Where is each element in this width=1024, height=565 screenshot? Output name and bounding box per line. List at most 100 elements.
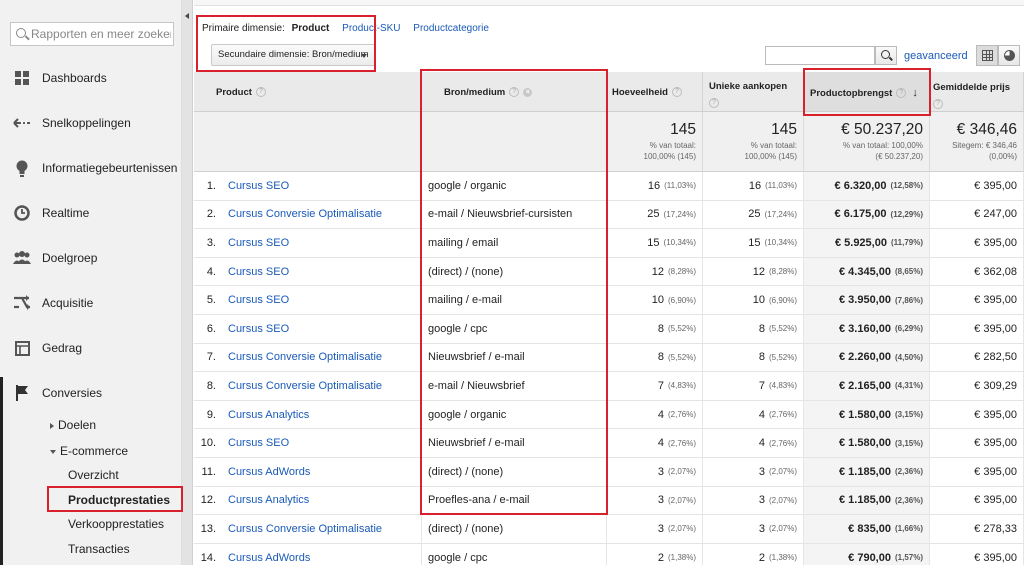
sort-desc-arrow-icon[interactable]: ↓	[912, 87, 918, 99]
row-index: 7.	[206, 351, 216, 364]
unique-purchases-value: 12	[752, 265, 765, 278]
quantity-cell: 3 (2,07%)	[607, 515, 703, 543]
revenue-cell: € 835,00 (1,66%)	[804, 515, 930, 543]
product-link[interactable]: Cursus Conversie Optimalisatie	[228, 523, 382, 535]
primary-dimension-sku-link[interactable]: Product-SKU	[342, 23, 400, 34]
totals-source-cell	[422, 112, 607, 172]
header-label: Productopbrengst	[810, 88, 893, 99]
product-link[interactable]: Cursus AdWords	[228, 552, 310, 564]
revenue-percent: (12,58%)	[890, 181, 923, 191]
table-filter-search-button[interactable]	[875, 46, 897, 65]
advanced-filter-link[interactable]: geavanceerd	[904, 50, 968, 62]
product-link[interactable]: Cursus SEO	[228, 437, 289, 449]
sidebar-item-dashboards[interactable]: Dashboards	[0, 63, 182, 93]
row-index: 3.	[206, 236, 216, 249]
sidebar-item-overzicht[interactable]: Overzicht	[68, 468, 119, 482]
report-search-box[interactable]	[10, 22, 174, 46]
sidebar-item-acquisitie[interactable]: Acquisitie	[0, 288, 182, 318]
sidebar-item-gedrag[interactable]: Gedrag	[0, 333, 182, 363]
help-icon[interactable]: ?	[896, 88, 907, 99]
primary-dimension-product[interactable]: Product	[292, 23, 330, 34]
column-header-product-revenue[interactable]: Productopbrengst? ↓	[804, 72, 930, 112]
table-row: 7. Cursus Conversie Optimalisatie Nieuwsbr…	[194, 343, 1024, 373]
sidebar-collapse-handle[interactable]	[182, 0, 193, 565]
product-link[interactable]: Cursus Conversie Optimalisatie	[228, 380, 382, 392]
help-icon[interactable]: ?	[933, 99, 943, 110]
sidebar-item-doelgroep[interactable]: Doelgroep	[0, 243, 182, 273]
totals-value: 145	[670, 121, 696, 138]
sidebar-item-transacties[interactable]: Transacties	[68, 542, 130, 556]
quantity-percent: (2,76%)	[667, 438, 696, 448]
help-icon[interactable]: ?	[255, 87, 266, 98]
product-link[interactable]: Cursus AdWords	[228, 466, 310, 478]
revenue-value: € 1.185,00	[838, 494, 891, 507]
sidebar-item-informatiegebeurtenissen[interactable]: Informatiegebeurtenissen	[0, 153, 182, 183]
product-link[interactable]: Cursus Conversie Optimalisatie	[228, 351, 382, 363]
secondary-dimension-dropdown[interactable]: Secundaire dimensie: Bron/medium	[211, 44, 376, 66]
revenue-cell: € 5.925,00 (11,79%)	[804, 229, 930, 257]
table-filter-input[interactable]	[765, 46, 875, 65]
quantity-cell: 2 (1,38%)	[607, 543, 703, 565]
row-index: 1.	[206, 179, 216, 192]
sidebar-item-doelen[interactable]: Doelen	[50, 418, 96, 432]
avg-price-value: € 309,29	[974, 379, 1017, 392]
source-medium-value: google / cpc	[428, 322, 488, 335]
primary-dimension-category-link[interactable]: Productcategorie	[413, 23, 489, 34]
table-row: 5. Cursus SEO mailing / e-mail 10 (6,90%) 10(…	[194, 286, 1024, 315]
revenue-value: € 6.175,00	[834, 208, 887, 221]
column-header-source-medium[interactable]: Bron/medium? ×	[422, 72, 607, 112]
avg-price-value: € 395,00	[974, 236, 1017, 249]
unique-purchases-cell: 7 (4,83%)	[703, 372, 804, 400]
product-link[interactable]: Cursus SEO	[228, 180, 289, 192]
column-header-avg-price[interactable]: Gemiddelde prijs?	[930, 72, 1024, 112]
unique-purchases-value: 16	[748, 179, 762, 192]
sidebar-item-productprestaties[interactable]: Productprestaties	[68, 493, 170, 507]
source-medium-value: google / organic	[428, 408, 507, 421]
sidebar-item-realtime[interactable]: Realtime	[0, 198, 182, 228]
help-icon[interactable]: ?	[509, 87, 520, 98]
help-icon[interactable]: ?	[671, 87, 682, 98]
sidebar: Dashboards Snelkoppelingen Informatiegeb…	[0, 0, 182, 565]
totals-sub-line: % van totaal:	[750, 141, 797, 150]
revenue-value: € 5.925,00	[834, 236, 887, 249]
table-view-button[interactable]	[976, 45, 998, 66]
source-medium-cell: Nieuwsbrief / e-mail	[422, 343, 607, 372]
column-header-quantity[interactable]: Hoeveelheid?	[607, 72, 703, 112]
help-icon[interactable]: ?	[709, 98, 719, 109]
revenue-percent: (3,15%)	[894, 410, 923, 420]
column-header-unique-purchases[interactable]: Unieke aankopen?	[703, 72, 804, 112]
sidebar-item-conversies[interactable]: Conversies	[0, 378, 182, 408]
product-link[interactable]: Cursus SEO	[228, 266, 289, 278]
product-link[interactable]: Cursus Conversie Optimalisatie	[228, 208, 382, 220]
quantity-value: 16	[647, 179, 661, 192]
pie-view-button[interactable]	[998, 45, 1020, 66]
sidebar-item-snelkoppelingen[interactable]: Snelkoppelingen	[0, 108, 182, 138]
report-search-input[interactable]	[31, 25, 171, 43]
unique-purchases-percent: (1,38%)	[768, 553, 797, 563]
table-row: 12. Cursus Analytics Proefles-ana / e-mail…	[194, 486, 1024, 516]
quantity-value: 3	[657, 465, 664, 478]
column-header-product[interactable]: Product?	[194, 72, 422, 112]
product-link[interactable]: Cursus Analytics	[228, 409, 309, 421]
avg-price-cell: € 278,33	[930, 515, 1024, 543]
totals-sub-line: (€ 50.237,20)	[875, 152, 923, 161]
unique-purchases-percent: (8,28%)	[768, 267, 797, 277]
row-index: 10.	[200, 437, 216, 450]
product-link[interactable]: Cursus Analytics	[228, 494, 309, 506]
sidebar-item-verkoopprestaties[interactable]: Verkoopprestaties	[68, 517, 164, 531]
sidebar-item-label: Doelen	[58, 418, 97, 432]
avg-price-cell: € 362,08	[930, 257, 1024, 286]
product-link[interactable]: Cursus SEO	[228, 294, 289, 306]
totals-sub-line: 100,00% (145)	[643, 152, 696, 161]
product-cell: 2. Cursus Conversie Optimalisatie	[194, 200, 422, 229]
shortcut-arrows-icon	[13, 114, 31, 132]
sidebar-item-ecommerce[interactable]: E-commerce	[50, 444, 128, 458]
product-link[interactable]: Cursus SEO	[228, 323, 289, 335]
unique-purchases-value: 8	[758, 351, 765, 364]
pie-chart-icon	[1004, 50, 1015, 61]
product-link[interactable]: Cursus SEO	[228, 237, 289, 249]
source-medium-value: Nieuwsbrief / e-mail	[428, 437, 525, 450]
table-row: 2. Cursus Conversie Optimalisatie e-mail /…	[194, 200, 1024, 230]
remove-dimension-icon[interactable]: ×	[523, 87, 533, 97]
behavior-window-icon	[13, 339, 31, 357]
